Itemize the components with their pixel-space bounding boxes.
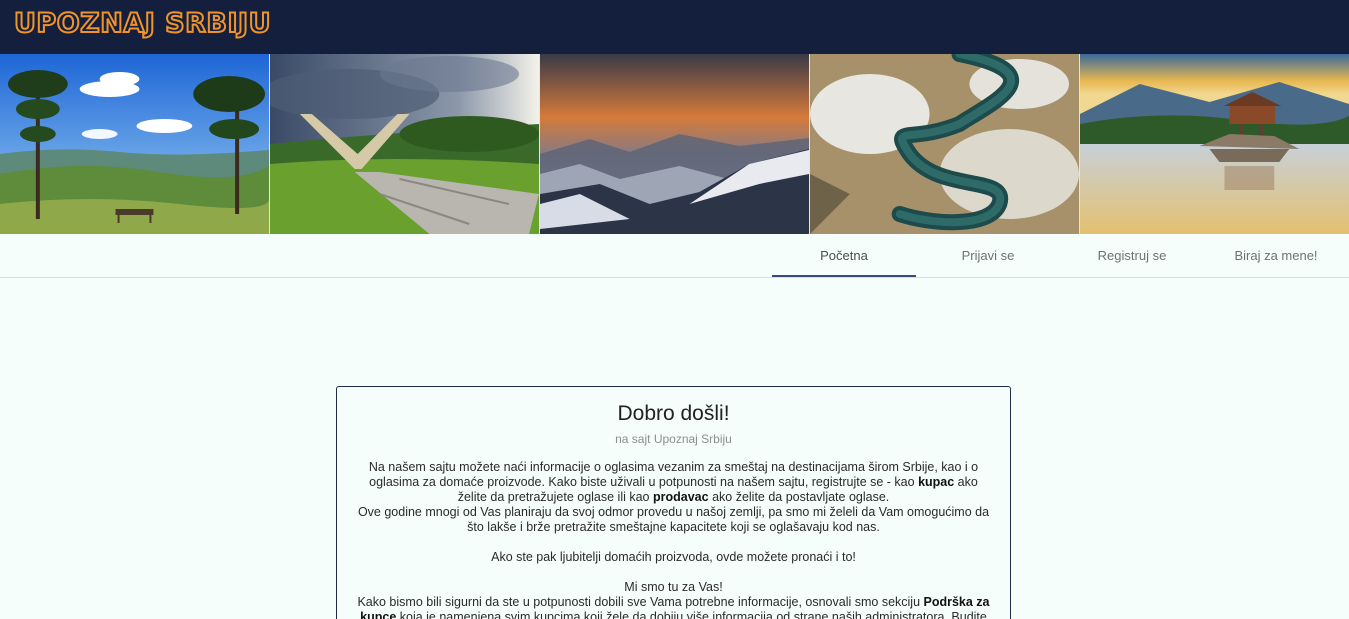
- seller-term: prodavac: [653, 490, 709, 504]
- drina-river-house-image: [1080, 54, 1349, 234]
- welcome-subtitle: na sajt Upoznaj Srbiju: [615, 432, 732, 446]
- welcome-title: Dobro došli!: [617, 402, 730, 425]
- here-for-you-text: Mi smo tu za Vas!: [624, 580, 723, 594]
- vacation-paragraph: Ove godine mnogi od Vas planiraju da svo…: [357, 505, 990, 534]
- intro-paragraph: Na našem sajtu možete naći informacije o…: [368, 460, 979, 504]
- support-paragraph: Kako bismo bili sigurni da ste u potpuno…: [353, 595, 994, 619]
- tab-home[interactable]: Početna: [772, 234, 916, 277]
- uvac-meanders-image: [810, 54, 1080, 234]
- welcome-body: Na našem sajtu možete naći informacije o…: [353, 460, 994, 619]
- photo-banner: [0, 54, 1349, 234]
- tab-register[interactable]: Registruj se: [1060, 234, 1204, 277]
- main-navigation: Početna Prijavi se Registruj se Biraj za…: [0, 234, 1349, 278]
- buyer-term: kupac: [918, 475, 955, 489]
- kadinjaca-monument-image: [270, 54, 540, 234]
- mountains-sunset-image: [540, 54, 810, 234]
- products-paragraph: Ako ste pak ljubitelji domaćih proizvoda…: [491, 550, 856, 564]
- top-header-bar: UPOZNAJ SRBIJU: [0, 0, 1349, 54]
- site-logo[interactable]: UPOZNAJ SRBIJU: [13, 7, 272, 40]
- zlatibor-pines-image: [0, 54, 270, 234]
- welcome-card: Dobro došli! na sajt Upoznaj Srbiju Na n…: [336, 386, 1011, 619]
- tab-login[interactable]: Prijavi se: [916, 234, 1060, 277]
- tab-choose-for-me[interactable]: Biraj za mene!: [1204, 234, 1348, 277]
